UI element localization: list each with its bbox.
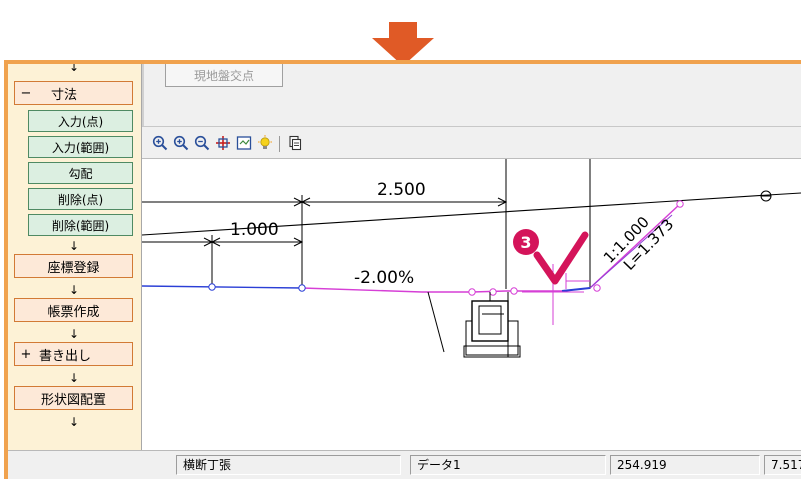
group-dimension[interactable]: − 寸法 (14, 81, 133, 105)
check-icon (533, 231, 589, 285)
step-badge-number: 3 (520, 233, 531, 252)
status-y-value: 7.517 (764, 455, 801, 475)
status-data: データ1 (410, 455, 606, 475)
command-panel: ↓ − 寸法 入力(点) 入力(範囲) 勾配 削除(点) 削除(範囲) ↓ 座標… (8, 64, 142, 450)
pan-icon[interactable] (215, 135, 231, 151)
group-dimension-label: 寸法 (51, 87, 78, 103)
flow-arrow: ↓ (68, 64, 80, 74)
group-export[interactable]: + 書き出し (14, 342, 133, 366)
button-shape-layout[interactable]: 形状図配置 (14, 386, 133, 410)
view-toolbar (142, 130, 801, 158)
button-slope[interactable]: 勾配 (28, 162, 133, 184)
flow-arrow: ↓ (68, 371, 80, 385)
drawing-canvas[interactable]: 2.500 1.000 -2.00% 1:1.000 L=1.373 3 (142, 158, 801, 451)
status-mode: 横断丁張 (176, 455, 401, 475)
button-ground-intersection[interactable]: 現地盤交点 (165, 64, 283, 87)
button-input-range[interactable]: 入力(範囲) (28, 136, 133, 158)
top-separator (142, 64, 144, 126)
zoom-in-icon[interactable] (152, 135, 168, 151)
app-border-left (4, 60, 8, 479)
zoom-fit-icon[interactable] (236, 135, 252, 151)
app-window: ↓ − 寸法 入力(点) 入力(範囲) 勾配 削除(点) 削除(範囲) ↓ 座標… (8, 64, 801, 479)
button-report-create[interactable]: 帳票作成 (14, 298, 133, 322)
copy-icon[interactable] (287, 135, 303, 151)
button-input-point[interactable]: 入力(点) (28, 110, 133, 132)
group-export-label: 書き出し (39, 348, 92, 364)
status-x-value: 254.919 (610, 455, 760, 475)
slope-percent: -2.00% (354, 268, 414, 288)
status-bar: 横断丁張 データ1 254.919 7.517 (8, 450, 801, 479)
dimension-2500: 2.500 (377, 180, 426, 200)
dimension-1000: 1.000 (230, 220, 279, 240)
expand-sign: + (20, 346, 32, 362)
flow-arrow: ↓ (68, 327, 80, 341)
cross-section-drawing: 2.500 1.000 -2.00% 1:1.000 L=1.373 3 (142, 159, 801, 358)
button-delete-point[interactable]: 削除(点) (28, 188, 133, 210)
flow-arrow: ↓ (68, 415, 80, 429)
flow-arrow: ↓ (68, 239, 80, 253)
button-delete-range[interactable]: 削除(範囲) (28, 214, 133, 236)
zoom-in-alt-icon[interactable] (173, 135, 189, 151)
button-coordinate-register[interactable]: 座標登録 (14, 254, 133, 278)
collapse-sign: − (20, 85, 32, 101)
zoom-out-icon[interactable] (194, 135, 210, 151)
top-panel: 現地盤交点 (142, 64, 801, 127)
light-bulb-icon[interactable] (257, 135, 273, 151)
flow-arrow: ↓ (68, 283, 80, 297)
toolbar-separator (279, 136, 280, 152)
